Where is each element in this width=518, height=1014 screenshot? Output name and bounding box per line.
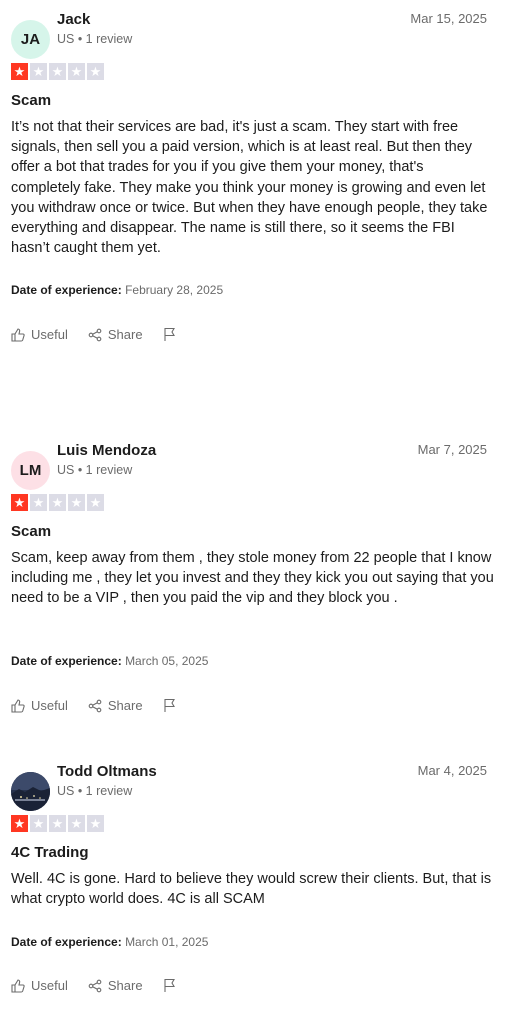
- reviewer-name[interactable]: Todd Oltmans: [57, 763, 157, 780]
- useful-label: Useful: [31, 978, 68, 993]
- star-icon: ★: [68, 815, 85, 832]
- avatar[interactable]: LM: [11, 451, 50, 490]
- share-label: Share: [107, 978, 143, 993]
- date-of-experience: Date of experience: March 05, 2025: [11, 654, 208, 668]
- share-button[interactable]: Share: [88, 698, 143, 713]
- review-body: Well. 4C is gone. Hard to believe they w…: [11, 871, 492, 908]
- star-icon: ★: [30, 815, 47, 832]
- report-button[interactable]: [163, 698, 177, 713]
- experience-date: February 28, 2025: [125, 283, 224, 297]
- star-icon: ★: [49, 494, 66, 511]
- star-icon: ★: [68, 494, 85, 511]
- review-actions: Useful Share: [11, 327, 197, 342]
- useful-label: Useful: [31, 698, 68, 713]
- share-button[interactable]: Share: [88, 978, 143, 993]
- star-icon: ★: [87, 494, 104, 511]
- star-icon: ★: [30, 494, 47, 511]
- thumbs-up-icon: [11, 698, 25, 713]
- flag-icon: [164, 327, 175, 341]
- share-icon: [88, 979, 102, 992]
- report-button[interactable]: [163, 327, 177, 342]
- useful-label: Useful: [31, 327, 68, 342]
- review-date: Mar 15, 2025: [410, 11, 487, 26]
- reviewer-meta: US • 1 review: [57, 463, 133, 477]
- star-icon: ★: [11, 494, 28, 511]
- review-title[interactable]: Scam: [11, 92, 51, 109]
- experience-label: Date of experience:: [11, 283, 122, 297]
- review-date: Mar 7, 2025: [417, 442, 487, 457]
- reviewer-meta: US • 1 review: [57, 784, 133, 798]
- thumbs-up-icon: [11, 978, 25, 993]
- useful-button[interactable]: Useful: [11, 698, 68, 713]
- date-of-experience: Date of experience: February 28, 2025: [11, 283, 223, 297]
- avatar-photo-icon: [11, 772, 50, 811]
- star-icon: ★: [11, 815, 28, 832]
- star-icon: ★: [87, 815, 104, 832]
- star-icon: ★: [49, 63, 66, 80]
- review-title[interactable]: Scam: [11, 523, 51, 540]
- experience-date: March 05, 2025: [125, 654, 209, 668]
- share-label: Share: [107, 698, 143, 713]
- review-body: Scam, keep away from them , they stole m…: [11, 550, 494, 607]
- star-rating: ★ ★ ★ ★ ★: [11, 815, 104, 832]
- flag-icon: [164, 698, 175, 712]
- review-actions: Useful Share: [11, 978, 197, 993]
- reviewer-name[interactable]: Luis Mendoza: [57, 442, 156, 459]
- experience-label: Date of experience:: [11, 935, 122, 949]
- star-rating: ★ ★ ★ ★ ★: [11, 494, 104, 511]
- share-label: Share: [107, 327, 143, 342]
- star-icon: ★: [30, 63, 47, 80]
- star-icon: ★: [68, 63, 85, 80]
- thumbs-up-icon: [11, 327, 25, 342]
- reviewer-name[interactable]: Jack: [57, 11, 90, 28]
- report-button[interactable]: [163, 978, 177, 993]
- star-icon: ★: [11, 63, 28, 80]
- useful-button[interactable]: Useful: [11, 327, 68, 342]
- useful-button[interactable]: Useful: [11, 978, 68, 993]
- reviewer-meta: US • 1 review: [57, 32, 133, 46]
- experience-date: March 01, 2025: [125, 935, 209, 949]
- review-title[interactable]: 4C Trading: [11, 844, 89, 861]
- date-of-experience: Date of experience: March 01, 2025: [11, 935, 208, 949]
- star-icon: ★: [87, 63, 104, 80]
- star-icon: ★: [49, 815, 66, 832]
- flag-icon: [164, 978, 175, 992]
- share-icon: [88, 699, 102, 712]
- star-rating: ★ ★ ★ ★ ★: [11, 63, 104, 80]
- avatar[interactable]: JA: [11, 20, 50, 59]
- review-actions: Useful Share: [11, 698, 197, 713]
- review-date: Mar 4, 2025: [417, 763, 487, 778]
- share-icon: [88, 328, 102, 341]
- avatar[interactable]: [11, 772, 50, 811]
- review-body: It’s not that their services are bad, it…: [11, 119, 488, 257]
- share-button[interactable]: Share: [88, 327, 143, 342]
- experience-label: Date of experience:: [11, 654, 122, 668]
